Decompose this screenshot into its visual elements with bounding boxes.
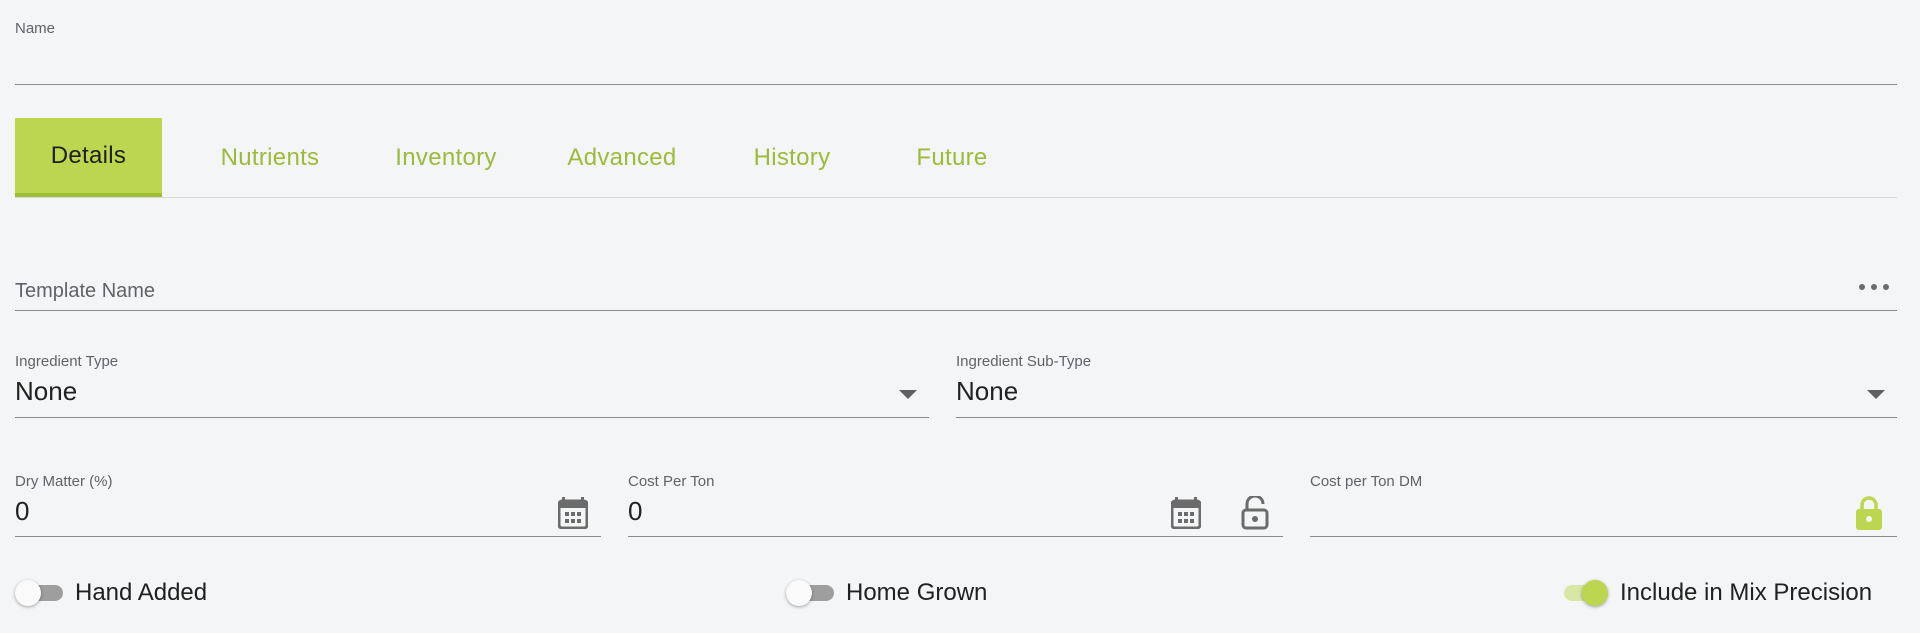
cost-per-ton-value: 0 bbox=[628, 496, 643, 526]
more-horiz-icon[interactable] bbox=[1859, 280, 1889, 294]
home-grown-switch[interactable] bbox=[786, 579, 834, 607]
tab-inventory[interactable]: Inventory bbox=[361, 118, 531, 197]
ingredient-type-label: Ingredient Type bbox=[15, 353, 119, 370]
lock-open-icon[interactable] bbox=[1238, 494, 1272, 532]
include-in-mix-precision-switch[interactable] bbox=[1560, 579, 1608, 607]
tab-bar: Details Nutrients Inventory Advanced His… bbox=[15, 118, 1897, 198]
dropdown-caret-icon bbox=[899, 390, 917, 399]
tab-future[interactable]: Future bbox=[867, 118, 1037, 197]
cost-per-ton-field[interactable]: Cost Per Ton 0 bbox=[628, 472, 1283, 537]
ingredient-sub-type-select[interactable]: Ingredient Sub-Type None bbox=[956, 352, 1897, 418]
ingredient-form: Name Details Nutrients Inventory Advance… bbox=[0, 0, 1920, 633]
lock-icon[interactable] bbox=[1852, 494, 1886, 532]
hand-added-toggle[interactable]: Hand Added bbox=[15, 578, 207, 608]
template-name-placeholder: Template Name bbox=[15, 280, 156, 302]
cost-per-ton-label: Cost Per Ton bbox=[628, 473, 715, 490]
calendar-icon[interactable] bbox=[1169, 494, 1203, 532]
dropdown-caret-icon bbox=[1867, 390, 1885, 399]
home-grown-toggle[interactable]: Home Grown bbox=[786, 578, 987, 608]
tab-nutrients[interactable]: Nutrients bbox=[185, 118, 355, 197]
template-name-field[interactable]: Template Name bbox=[15, 272, 1897, 311]
include-in-mix-precision-label: Include in Mix Precision bbox=[1620, 579, 1873, 606]
cost-per-ton-dm-label: Cost per Ton DM bbox=[1310, 473, 1423, 490]
home-grown-label: Home Grown bbox=[846, 579, 988, 606]
ingredient-type-select[interactable]: Ingredient Type None bbox=[15, 352, 929, 418]
ingredient-sub-type-label: Ingredient Sub-Type bbox=[956, 353, 1092, 370]
ingredient-type-value: None bbox=[15, 376, 78, 406]
tab-history[interactable]: History bbox=[707, 118, 877, 197]
dry-matter-field[interactable]: Dry Matter (%) 0 bbox=[15, 472, 601, 537]
hand-added-switch[interactable] bbox=[15, 579, 63, 607]
hand-added-label: Hand Added bbox=[75, 579, 208, 606]
cost-per-ton-dm-field[interactable]: Cost per Ton DM bbox=[1310, 472, 1897, 537]
ingredient-sub-type-value: None bbox=[956, 376, 1019, 406]
calendar-icon[interactable] bbox=[556, 494, 590, 532]
dry-matter-value: 0 bbox=[15, 496, 30, 526]
tab-advanced[interactable]: Advanced bbox=[537, 118, 707, 197]
name-label: Name bbox=[15, 20, 56, 37]
tab-details[interactable]: Details bbox=[15, 118, 162, 197]
dry-matter-label: Dry Matter (%) bbox=[15, 473, 113, 490]
include-in-mix-precision-toggle[interactable]: Include in Mix Precision bbox=[1560, 578, 1872, 608]
name-field[interactable]: Name bbox=[15, 18, 1897, 85]
